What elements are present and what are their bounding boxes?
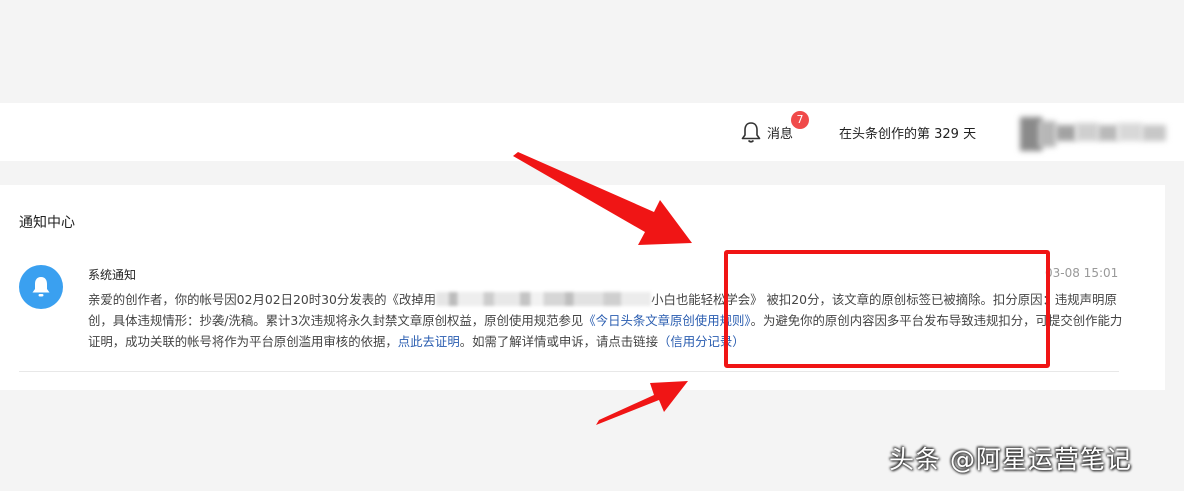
annotation-arrows (513, 152, 692, 425)
arrow-down-right-icon (513, 152, 692, 245)
arrow-up-right-icon (596, 381, 688, 425)
watermark: 头条 @阿星运营笔记 (889, 445, 1132, 474)
annotation-highlight-box (724, 250, 1050, 368)
